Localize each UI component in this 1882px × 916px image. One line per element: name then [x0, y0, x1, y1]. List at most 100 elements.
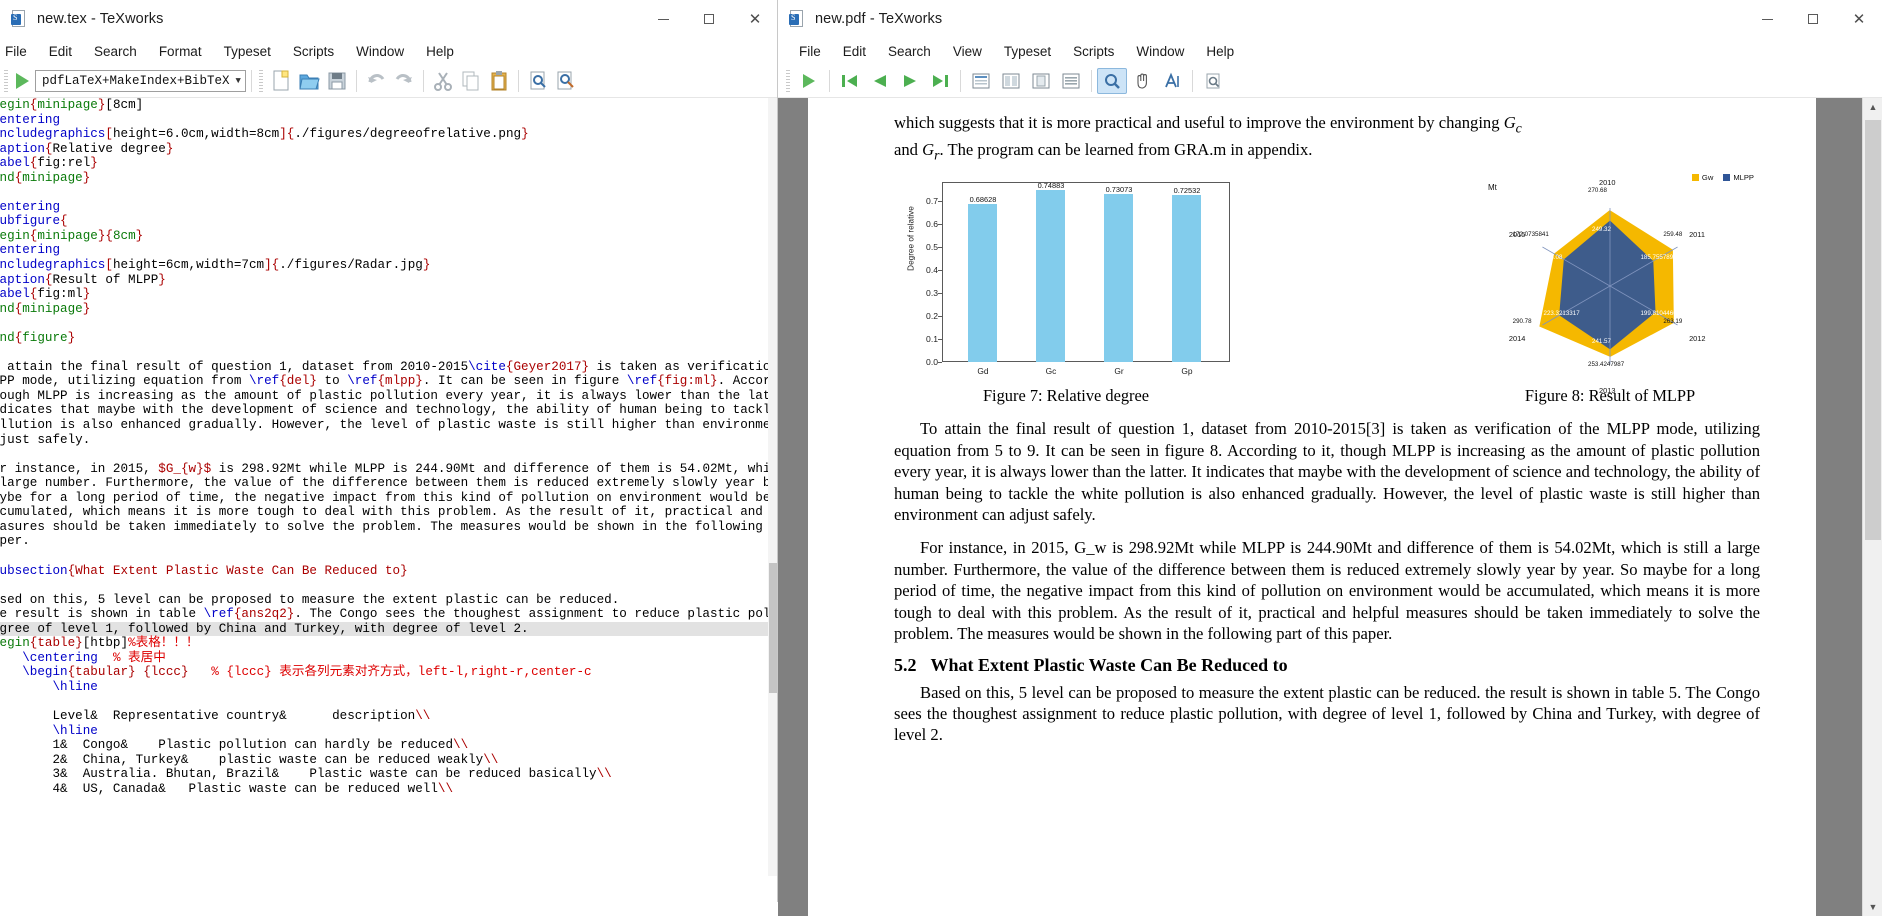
pdf-menu-help[interactable]: Help [1195, 41, 1245, 62]
radar-axis-label-2010: 2010 [1599, 178, 1616, 188]
first-page-icon[interactable] [835, 68, 865, 94]
editor-menu-help[interactable]: Help [415, 41, 465, 62]
pdf-menu-search[interactable]: Search [877, 41, 942, 62]
typeset-run-icon[interactable] [794, 68, 824, 94]
bar-chart-y-tick-4: 0.4 [926, 265, 938, 276]
new-file-icon[interactable] [267, 67, 295, 95]
bar-chart-y-tick-1: 0.1 [926, 334, 938, 345]
previous-page-icon[interactable] [865, 68, 895, 94]
next-page-icon[interactable] [895, 68, 925, 94]
hand-tool-icon[interactable] [1127, 68, 1157, 94]
replace-icon[interactable] [552, 67, 580, 95]
mlpp-radar-chart: Gw MLPP Mt 2010 270.68 249.32 2011 259.48 185… [1460, 171, 1760, 395]
bar-chart-y-tick-7: 0.7 [926, 195, 938, 206]
pdf-menu-typeset[interactable]: Typeset [993, 41, 1062, 62]
pdf-toolbar-separator [829, 69, 830, 92]
pdf-menu-edit[interactable]: Edit [832, 41, 877, 62]
pdf-toolbar-grip[interactable] [786, 69, 790, 92]
pdf-menu-view[interactable]: View [942, 41, 993, 62]
pdf-menu-file[interactable]: File [788, 41, 832, 62]
source-jump-icon[interactable] [1198, 68, 1228, 94]
editor-maximize-button[interactable] [686, 0, 732, 38]
pdf-subsection-number: 5.2 [894, 654, 917, 675]
tex-document-icon [10, 9, 28, 29]
redo-icon[interactable] [390, 67, 418, 95]
editor-menu-edit[interactable]: Edit [38, 41, 83, 62]
pdf-window-controls: ✕ [1744, 0, 1882, 38]
last-page-icon[interactable] [925, 68, 955, 94]
editor-minimize-button[interactable] [640, 0, 686, 38]
editor-close-button[interactable]: ✕ [732, 0, 778, 38]
text-select-tool-icon[interactable] [1157, 68, 1187, 94]
typeset-profile-select[interactable]: pdfLaTeX+MakeIndex+BibTeX ▼ [35, 69, 246, 92]
toolbar-grip[interactable] [4, 69, 8, 92]
pdf-top-line-2: and Gr. The program can be learned from … [894, 139, 1313, 163]
paste-icon[interactable] [485, 67, 513, 95]
bar-x-label-Gr: Gr [1114, 366, 1124, 377]
cut-icon[interactable] [429, 67, 457, 95]
bar-Gc [1036, 189, 1065, 363]
radar-unit-label: Mt [1488, 183, 1497, 193]
bar-Gp [1172, 195, 1201, 363]
fit-width-icon[interactable] [966, 68, 996, 94]
save-file-icon[interactable] [323, 67, 351, 95]
relative-degree-bar-chart: Degree of relative 0.0 0.1 0.2 0.3 0.4 0.5 0.6… [894, 174, 1238, 386]
radar-axis-label-2012: 2012 [1689, 334, 1706, 344]
magnify-tool-icon[interactable] [1097, 67, 1127, 94]
latex-source-code[interactable]: begin{minipage}[8cm] centering includegr… [0, 98, 778, 796]
undo-icon[interactable] [362, 67, 390, 95]
open-file-icon[interactable] [295, 67, 323, 95]
scroll-down-arrow-icon[interactable]: ▼ [1863, 898, 1882, 916]
bar-value-label-Gp: 0.72532 [1173, 186, 1201, 196]
pdf-body-paragraph-1: To attain the final result of question 1… [894, 419, 1760, 525]
bar-x-label-Gp: Gp [1181, 366, 1193, 377]
toolbar-separator-3 [422, 69, 424, 92]
pdf-scroll-thumb[interactable] [1865, 120, 1881, 540]
find-icon[interactable] [524, 67, 552, 95]
pdf-menu-scripts[interactable]: Scripts [1062, 41, 1125, 62]
texworks-editor-window: new.tex - TeXworks ✕ File Edit Search Fo… [0, 0, 778, 902]
editor-vertical-scrollbar[interactable] [768, 98, 778, 876]
radar-legend: Gw MLPP [1691, 173, 1754, 182]
pdf-left-margin [778, 98, 808, 916]
editor-menu-format[interactable]: Format [148, 41, 213, 62]
editor-menu-window[interactable]: Window [345, 41, 415, 62]
bar-Gr [1104, 193, 1133, 363]
editor-scroll-thumb[interactable] [769, 563, 777, 693]
radar-outer-value-2011: 259.48 [1663, 230, 1683, 238]
editor-toolbar: pdfLaTeX+MakeIndex+BibTeX ▼ [0, 64, 778, 98]
pdf-minimize-button[interactable] [1744, 0, 1790, 38]
typeset-run-button[interactable] [16, 72, 29, 89]
editor-menubar: File Edit Search Format Typeset Scripts … [0, 38, 778, 64]
bar-chart-y-tick-6: 0.6 [926, 218, 938, 229]
bar-value-label-Gc: 0.74883 [1037, 180, 1065, 190]
actual-size-icon[interactable] [1026, 68, 1056, 94]
editor-menu-file[interactable]: File [0, 41, 38, 62]
radar-legend-mlpp: MLPP [1723, 173, 1754, 182]
figure-7-block: Degree of relative 0.0 0.1 0.2 0.3 0.4 0.5 0.6… [894, 174, 1238, 406]
radar-outer-value-2013: 253.4247987 [1588, 361, 1625, 369]
pdf-vertical-scrollbar[interactable]: ▲ ▼ [1862, 98, 1882, 916]
editor-text-area[interactable]: begin{minipage}[8cm] centering includegr… [0, 98, 778, 876]
pdf-document-content: which suggests that it is more practical… [808, 98, 1816, 746]
radar-axis-label-2013: 2013 [1599, 386, 1616, 396]
scroll-up-arrow-icon[interactable]: ▲ [1863, 98, 1882, 116]
editor-menu-search[interactable]: Search [83, 41, 148, 62]
pdf-close-button[interactable]: ✕ [1836, 0, 1882, 38]
pdf-toolbar-separator-2 [960, 69, 961, 92]
pdf-subsection-heading: 5.2 What Extent Plastic Waste Can Be Redu… [894, 655, 1760, 676]
editor-menu-typeset[interactable]: Typeset [213, 41, 282, 62]
editor-menu-scripts[interactable]: Scripts [282, 41, 345, 62]
toolbar-grip-2[interactable] [258, 69, 263, 92]
pdf-menubar: File Edit Search View Typeset Scripts Wi… [778, 38, 1882, 64]
pdf-toolbar-separator-3 [1091, 69, 1092, 92]
bar-chart-bars [942, 182, 1230, 363]
pdf-maximize-button[interactable] [1790, 0, 1836, 38]
texworks-pdf-window: new.pdf - TeXworks ✕ File Edit Search Vi… [778, 0, 1882, 916]
fit-window-icon[interactable] [1056, 68, 1086, 94]
fit-page-icon[interactable] [996, 68, 1026, 94]
pdf-menu-window[interactable]: Window [1125, 41, 1195, 62]
copy-icon[interactable] [457, 67, 485, 95]
radar-axis-label-2014: 2014 [1508, 334, 1526, 344]
pdf-viewport[interactable]: which suggests that it is more practical… [778, 98, 1882, 916]
